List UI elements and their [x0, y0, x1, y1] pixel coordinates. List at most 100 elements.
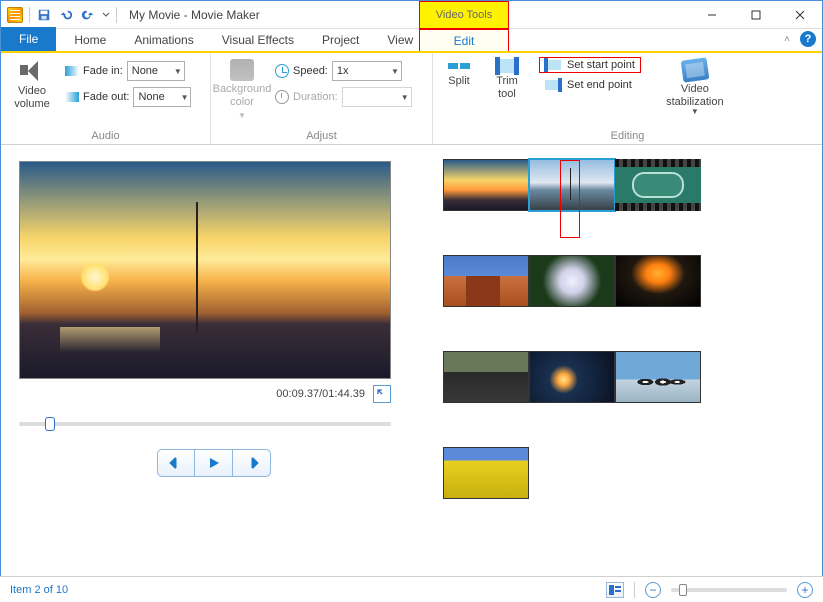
clip-thumbnail[interactable]: [443, 351, 529, 403]
status-bar: Item 2 of 10 − +: [0, 576, 823, 602]
split-button[interactable]: Split: [439, 57, 479, 88]
tab-file[interactable]: File: [1, 27, 56, 51]
save-icon[interactable]: [36, 7, 52, 23]
collapse-ribbon-icon[interactable]: ˄: [784, 34, 790, 45]
qat-dropdown-icon[interactable]: [102, 7, 110, 23]
play-button[interactable]: [195, 449, 233, 477]
ribbon-group-adjust: Background color ▼ Speed: 1x▼ Duration: …: [211, 53, 433, 144]
clip-thumbnail[interactable]: [615, 255, 701, 307]
video-stabilization-button[interactable]: Video stabilization ▼: [659, 57, 731, 117]
storyboard-row: [443, 159, 812, 211]
zoom-thumb[interactable]: [679, 584, 687, 596]
tab-visual-effects[interactable]: Visual Effects: [208, 29, 308, 51]
close-button[interactable]: [778, 1, 822, 29]
fullscreen-button[interactable]: [373, 385, 391, 403]
clip-thumbnail[interactable]: [615, 351, 701, 403]
preview-pane: 00:09.37/01:44.39: [1, 145, 419, 575]
speaker-icon: [18, 59, 46, 83]
tab-home[interactable]: Home: [60, 29, 120, 51]
zoom-out-button[interactable]: −: [645, 582, 661, 598]
separator: [116, 7, 117, 23]
duration-combo: ▼: [342, 87, 412, 107]
tab-animations[interactable]: Animations: [120, 29, 207, 51]
chevron-down-icon: ▼: [401, 93, 409, 102]
fade-in-combo[interactable]: None ▼: [127, 61, 185, 81]
separator: [634, 582, 635, 598]
speed-label: Speed:: [293, 65, 328, 77]
chevron-down-icon: ▼: [174, 67, 182, 76]
split-icon: [448, 59, 470, 73]
undo-icon[interactable]: [58, 7, 74, 23]
prev-frame-button[interactable]: [157, 449, 195, 477]
fade-out-label: Fade out:: [83, 91, 129, 103]
fade-in-label: Fade in:: [83, 65, 123, 77]
ribbon-group-editing: Split Trim tool Set start point Set end …: [433, 53, 822, 144]
chevron-down-icon: ▼: [691, 107, 699, 117]
help-icon[interactable]: ?: [800, 31, 816, 47]
video-volume-button[interactable]: Video volume: [7, 57, 57, 111]
window-controls: [690, 1, 822, 29]
group-label-editing: Editing: [439, 128, 816, 142]
trim-label: Trim tool: [496, 75, 518, 101]
group-label-audio: Audio: [7, 128, 204, 142]
speed-combo[interactable]: 1x▼: [332, 61, 402, 81]
storyboard[interactable]: [419, 145, 822, 575]
status-item-count: Item 2 of 10: [10, 584, 68, 596]
maximize-button[interactable]: [734, 1, 778, 29]
preview-frame: [19, 161, 391, 379]
tab-project[interactable]: Project: [308, 29, 373, 51]
seek-track: [19, 422, 391, 426]
redo-icon[interactable]: [80, 7, 96, 23]
set-end-icon: [545, 80, 561, 90]
clip-thumbnail[interactable]: [529, 255, 615, 307]
preview-image: [20, 162, 390, 378]
tab-edit[interactable]: Edit: [419, 29, 509, 51]
trim-icon: [496, 59, 518, 73]
fade-out-combo[interactable]: None▼: [133, 87, 191, 107]
next-frame-button[interactable]: [233, 449, 271, 477]
background-color-button: Background color ▼: [217, 57, 267, 121]
main-content: 00:09.37/01:44.39: [1, 145, 822, 575]
group-label-adjust: Adjust: [217, 128, 426, 142]
set-start-label: Set start point: [567, 59, 635, 71]
fade-in-icon: [65, 66, 79, 76]
clip-thumbnail[interactable]: [443, 255, 529, 307]
minimize-button[interactable]: [690, 1, 734, 29]
title-bar: My Movie - Movie Maker Video Tools: [1, 1, 822, 29]
clip-thumbnail-selected[interactable]: [529, 159, 615, 211]
set-end-point-button[interactable]: Set end point: [539, 77, 641, 93]
separator: [29, 7, 30, 23]
zoom-slider[interactable]: [671, 588, 787, 592]
video-volume-label: Video volume: [14, 85, 49, 111]
clip-thumbnail[interactable]: [443, 159, 529, 211]
view-toggle-button[interactable]: [606, 582, 624, 598]
ribbon-group-audio: Video volume Fade in: None▼ Fade out: No…: [1, 53, 211, 144]
context-tab-group: Video Tools: [419, 1, 509, 29]
duration-label: Duration:: [293, 91, 338, 103]
stabilization-icon: [680, 57, 709, 82]
time-display: 00:09.37/01:44.39: [276, 388, 365, 400]
ribbon: Video volume Fade in: None▼ Fade out: No…: [1, 53, 822, 145]
fade-out-icon: [65, 92, 79, 102]
storyboard-row: [443, 351, 812, 403]
fade-in-value: None: [132, 65, 158, 77]
stabilization-label: Video stabilization: [666, 83, 723, 109]
background-color-icon: [230, 59, 254, 81]
trim-tool-button[interactable]: Trim tool: [487, 57, 527, 101]
quick-access-toolbar: [1, 7, 123, 23]
chevron-down-icon: ▼: [238, 111, 246, 121]
speed-value: 1x: [337, 65, 349, 77]
playback-controls: [19, 449, 409, 477]
zoom-in-button[interactable]: +: [797, 582, 813, 598]
set-start-point-button[interactable]: Set start point: [539, 57, 641, 73]
split-label: Split: [448, 75, 469, 88]
window-title: My Movie - Movie Maker: [129, 8, 260, 22]
clip-title-card[interactable]: [615, 159, 701, 211]
clock-icon: [275, 90, 289, 104]
seek-bar[interactable]: [19, 413, 391, 435]
clip-thumbnail[interactable]: [529, 351, 615, 403]
seek-thumb[interactable]: [45, 417, 55, 431]
background-color-label: Background color: [213, 83, 272, 109]
set-start-icon: [545, 60, 561, 70]
clip-thumbnail[interactable]: [443, 447, 529, 499]
